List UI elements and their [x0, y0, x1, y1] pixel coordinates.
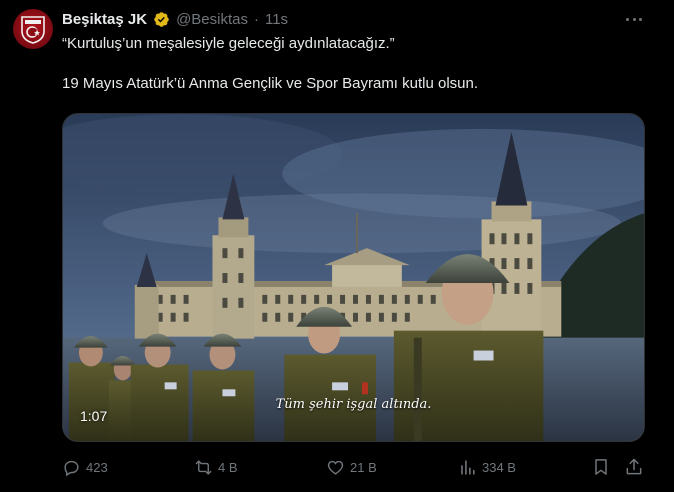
repost-button[interactable]: 4 B	[194, 456, 238, 478]
like-icon	[327, 460, 344, 475]
video-thumbnail	[63, 114, 644, 441]
besiktas-logo-icon	[21, 16, 45, 44]
separator-dot: ·	[253, 10, 259, 28]
video-duration: 1:07	[80, 408, 108, 424]
share-button[interactable]	[624, 457, 644, 477]
handle[interactable]: @Besiktas	[176, 11, 248, 28]
reply-count: 423	[86, 459, 108, 475]
reply-button[interactable]: 423	[62, 456, 108, 478]
repost-count: 4 B	[218, 459, 238, 475]
like-count: 21 B	[350, 459, 377, 475]
views-count: 334 B	[482, 459, 516, 475]
share-icon	[626, 458, 642, 475]
tweet-line-quote: “Kurtuluş’un meşalesiyle geleceği aydınl…	[62, 35, 395, 52]
timestamp[interactable]: 11s	[265, 11, 288, 28]
tweet-text: “Kurtuluş’un meşalesiyle geleceği aydınl…	[62, 34, 652, 94]
views-button[interactable]: 334 B	[458, 456, 516, 478]
more-icon[interactable]	[624, 12, 644, 26]
video-subtitle: Tüm şehir işgal altında.	[275, 397, 432, 412]
action-bar: 423 4 B 21 B 334 B	[62, 456, 652, 478]
bookmark-icon	[595, 459, 607, 475]
tweet-line-greeting: 19 Mayıs Atatürk’ü Anma Gençlik ve Spor …	[62, 75, 479, 92]
tweet[interactable]: Beşiktaş JK @Besiktas · 11s “Kurtuluş’un…	[0, 0, 674, 492]
repost-icon	[195, 459, 212, 475]
avatar[interactable]	[13, 9, 53, 49]
verified-badge-icon[interactable]	[153, 11, 170, 28]
tweet-header: Beşiktaş JK @Besiktas · 11s	[62, 9, 288, 29]
like-button[interactable]: 21 B	[326, 456, 377, 478]
views-icon	[461, 459, 475, 475]
video-player[interactable]: Tüm şehir işgal altında. 1:07	[62, 113, 645, 442]
reply-icon	[64, 460, 79, 476]
display-name[interactable]: Beşiktaş JK	[62, 11, 147, 28]
bookmark-button[interactable]	[591, 457, 611, 477]
